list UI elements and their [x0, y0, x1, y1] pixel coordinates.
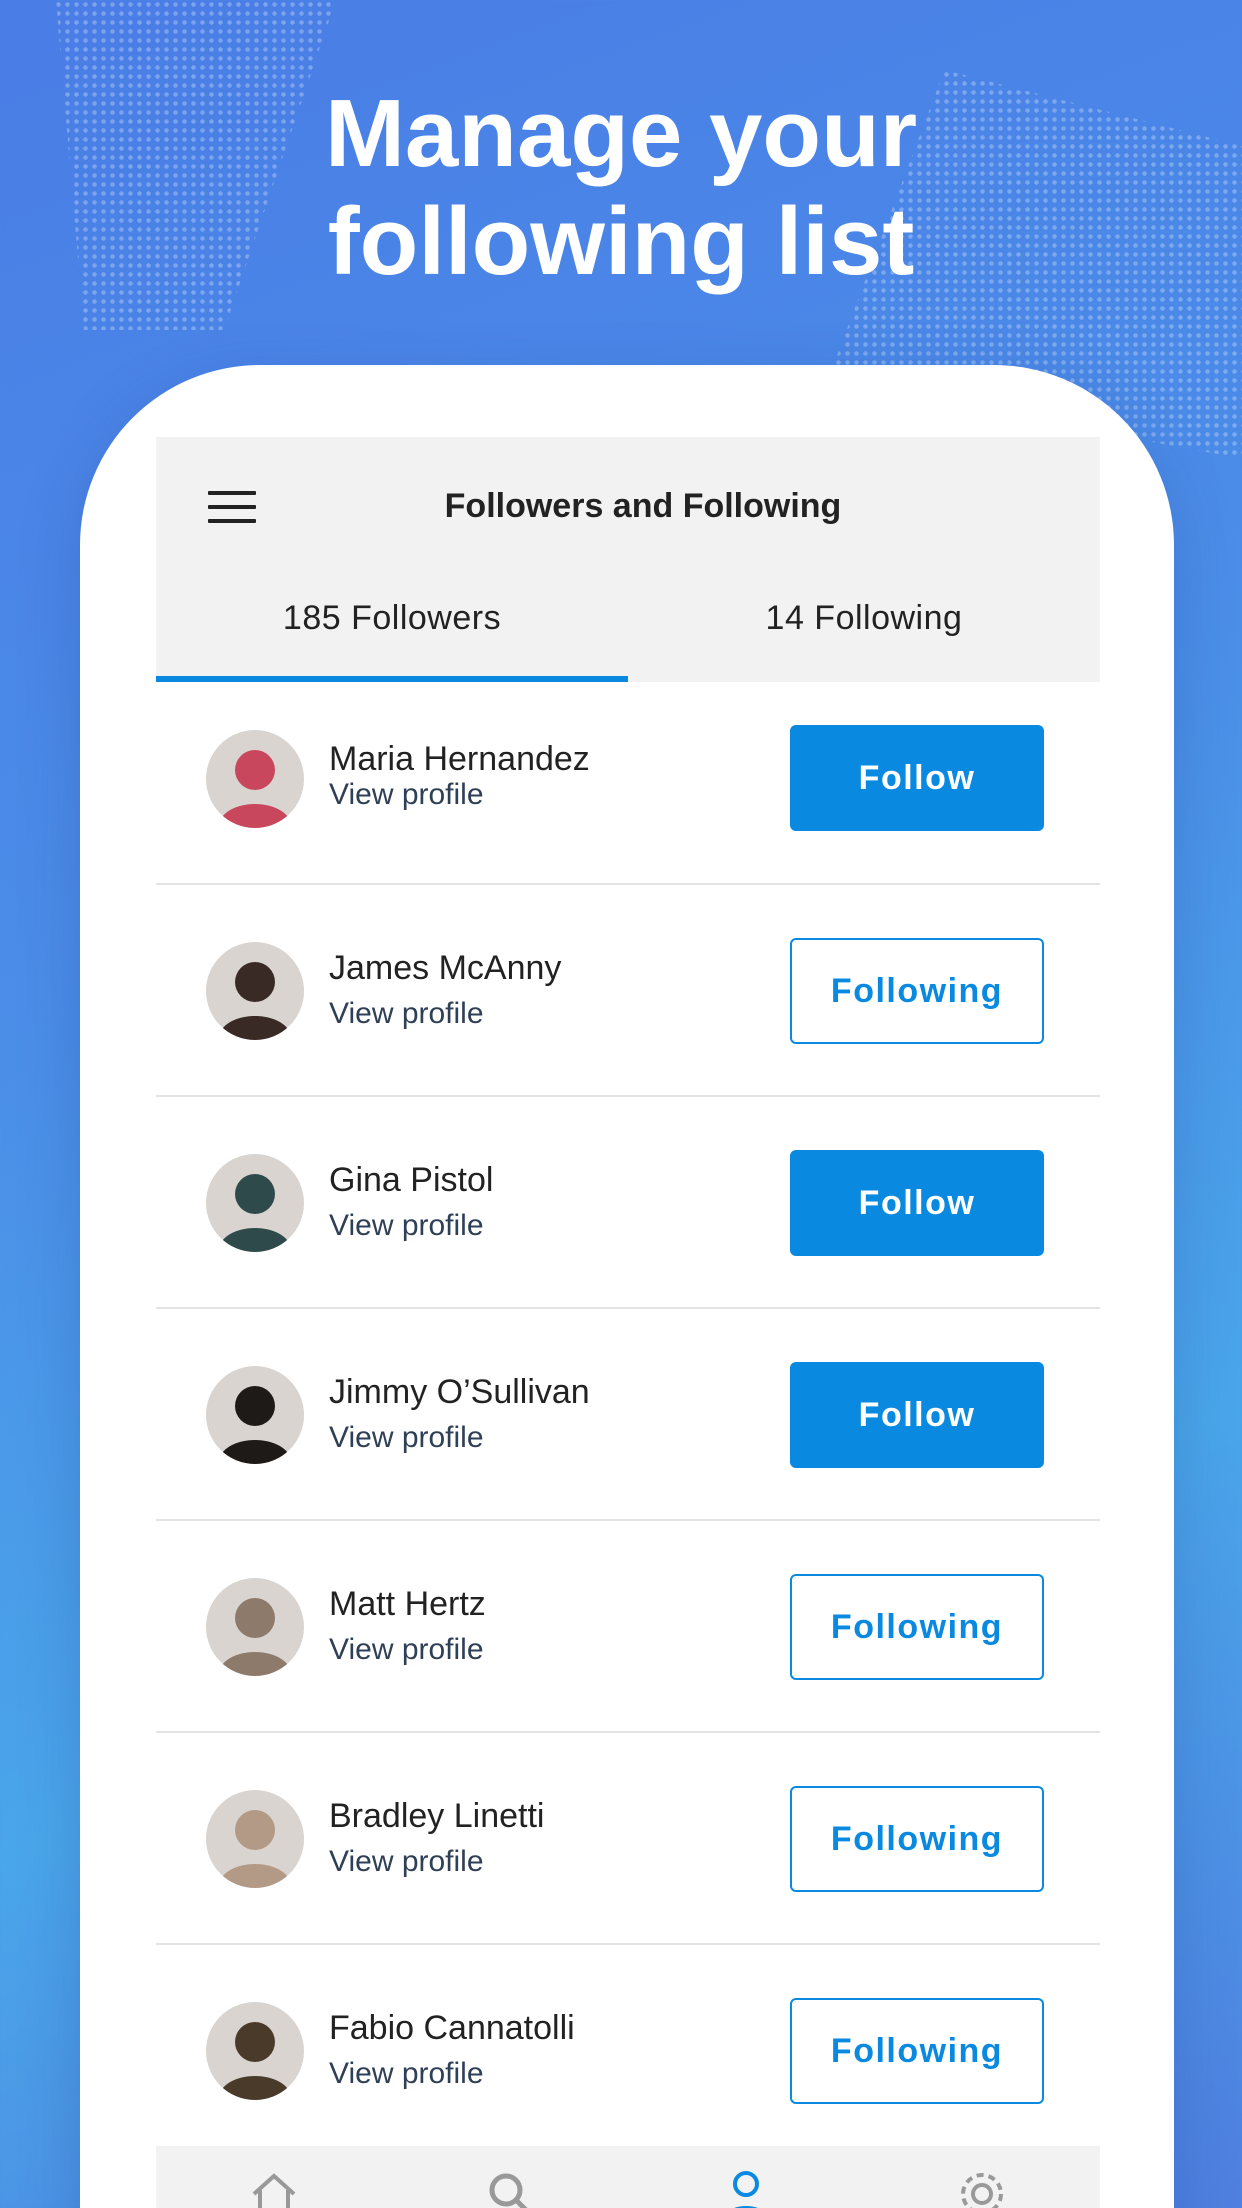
follow-button[interactable]: Follow	[790, 1362, 1044, 1468]
profile-icon	[733, 2171, 759, 2208]
bottom-nav	[156, 2146, 1100, 2208]
list-item: Bradley Linetti View profile Following	[156, 1733, 1100, 1945]
search-icon	[489, 2173, 528, 2208]
person-name: Matt Hertz	[329, 1585, 486, 1623]
app-screen: Followers and Following 185 Followers 14…	[156, 437, 1100, 2208]
app-bar: Followers and Following	[156, 437, 1100, 557]
avatar[interactable]	[206, 730, 304, 828]
home-icon	[252, 2173, 296, 2208]
person-name: James McAnny	[329, 949, 562, 987]
view-profile-link[interactable]: View profile	[329, 1845, 484, 1879]
follow-button[interactable]: Follow	[790, 725, 1044, 831]
list-item: Gina Pistol View profile Follow	[156, 1097, 1100, 1309]
view-profile-link[interactable]: View profile	[329, 2057, 484, 2091]
nav-profile[interactable]	[628, 2146, 864, 2208]
page-title: Followers and Following	[444, 487, 842, 525]
following-button[interactable]: Following	[790, 1786, 1044, 1892]
tab-bar: 185 Followers 14 Following	[156, 557, 1100, 682]
avatar[interactable]	[206, 942, 304, 1040]
view-profile-link[interactable]: View profile	[329, 997, 484, 1031]
following-button[interactable]: Following	[790, 1574, 1044, 1680]
person-name: Fabio Cannatolli	[329, 2009, 575, 2047]
person-name: Bradley Linetti	[329, 1797, 545, 1835]
view-profile-link[interactable]: View profile	[329, 1633, 484, 1667]
settings-icon	[961, 2173, 1003, 2208]
view-profile-link[interactable]: View profile	[329, 1421, 484, 1455]
list-item: Fabio Cannatolli View profile Following	[156, 1945, 1100, 2157]
list-item: Maria Hernandez View profile Follow	[156, 682, 1100, 885]
headline-line-1: Manage your	[324, 80, 918, 187]
view-profile-link[interactable]: View profile	[329, 1209, 484, 1243]
following-button[interactable]: Following	[790, 938, 1044, 1044]
tab-following[interactable]: 14 Following	[628, 557, 1100, 682]
person-name: Jimmy O’Sullivan	[329, 1373, 590, 1411]
nav-home[interactable]	[156, 2146, 392, 2208]
person-name: Maria Hernandez	[329, 740, 590, 778]
list-item: James McAnny View profile Following	[156, 885, 1100, 1097]
person-name: Gina Pistol	[329, 1161, 494, 1199]
list-item: Matt Hertz View profile Following	[156, 1521, 1100, 1733]
list-item: Jimmy O’Sullivan View profile Follow	[156, 1309, 1100, 1521]
headline: Manage your following list	[0, 80, 1242, 296]
nav-settings[interactable]	[864, 2146, 1100, 2208]
tab-followers[interactable]: 185 Followers	[156, 557, 628, 682]
view-profile-link[interactable]: View profile	[329, 778, 484, 812]
following-button[interactable]: Following	[790, 1998, 1044, 2104]
avatar[interactable]	[206, 1790, 304, 1888]
headline-line-2: following list	[327, 188, 915, 295]
avatar[interactable]	[206, 1154, 304, 1252]
people-list: Maria Hernandez View profile Follow James M…	[156, 682, 1100, 2157]
nav-search[interactable]	[392, 2146, 628, 2208]
avatar[interactable]	[206, 2002, 304, 2100]
follow-button[interactable]: Follow	[790, 1150, 1044, 1256]
avatar[interactable]	[206, 1366, 304, 1464]
avatar[interactable]	[206, 1578, 304, 1676]
